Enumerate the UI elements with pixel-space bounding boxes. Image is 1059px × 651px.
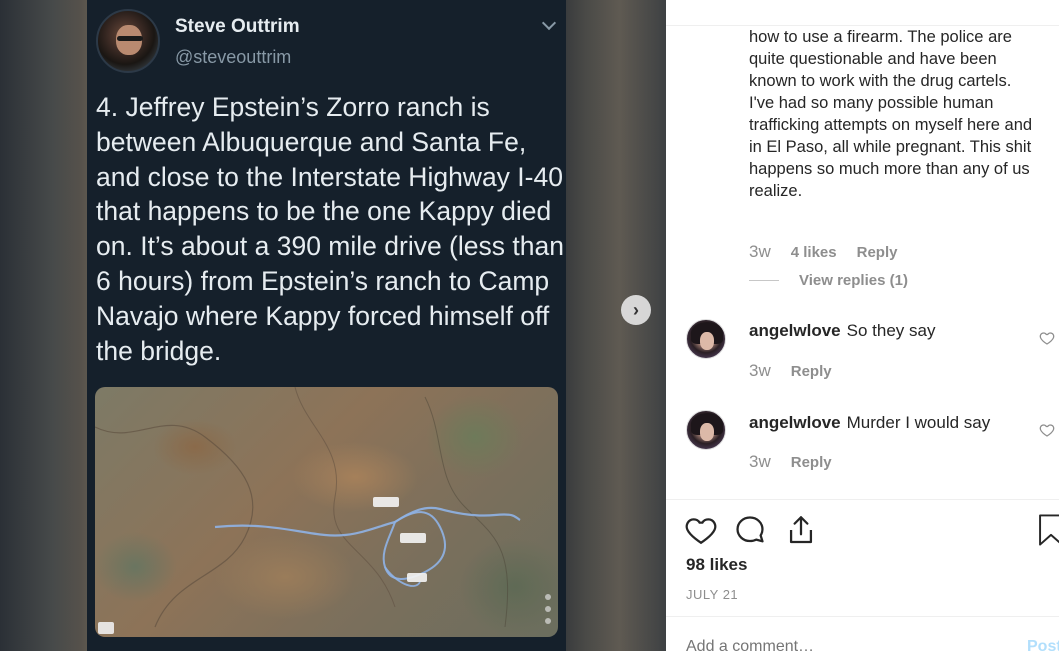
tweet-card: Steve Outtrim @steveouttrim 4. Jeffrey E… <box>87 0 566 651</box>
tweet-avatar <box>96 9 160 73</box>
comment-line: angelwlove So they say <box>749 321 935 341</box>
chevron-right-icon: › <box>633 299 639 320</box>
comment-time[interactable]: 3w <box>749 452 771 472</box>
bookmark-icon[interactable] <box>1036 513 1059 547</box>
comments-panel: how to use a firearm. The police are qui… <box>666 0 1059 651</box>
view-replies-label: View replies (1) <box>799 272 908 289</box>
map-route-graphic <box>95 387 551 634</box>
comment-meta: 3w Reply <box>749 361 832 381</box>
comment-username[interactable]: angelwlove <box>749 321 841 340</box>
comment-time[interactable]: 3w <box>749 361 771 381</box>
reply-button[interactable]: Reply <box>791 454 832 471</box>
divider <box>666 499 1059 500</box>
post-button[interactable]: Post <box>1027 638 1059 651</box>
comment-line: angelwlove Murder I would say <box>749 413 990 433</box>
likes-count[interactable]: 98 likes <box>686 555 747 575</box>
post-date: JULY 21 <box>686 587 739 602</box>
tweet-author-name: Steve Outtrim <box>175 16 300 37</box>
comment-text: So they say <box>846 321 936 340</box>
reply-button[interactable]: Reply <box>791 363 832 380</box>
tweet-text: 4. Jeffrey Epstein’s Zorro ranch is betw… <box>96 92 564 366</box>
reply-button[interactable]: Reply <box>857 244 898 261</box>
next-media-button[interactable]: › <box>621 295 651 325</box>
divider <box>749 280 779 281</box>
heart-icon[interactable] <box>684 513 718 547</box>
comment-likes[interactable]: 4 likes <box>791 244 837 261</box>
avatar[interactable] <box>686 319 726 359</box>
view-replies-button[interactable]: View replies (1) <box>749 272 908 289</box>
tweet-author-handle: @steveouttrim <box>175 47 292 67</box>
post-media: Steve Outtrim @steveouttrim 4. Jeffrey E… <box>0 0 666 651</box>
comment-icon[interactable] <box>733 513 767 547</box>
divider <box>666 616 1059 617</box>
chevron-down-icon <box>541 15 557 31</box>
comment-text: how to use a firearm. The police are qui… <box>749 28 1033 200</box>
comment-time[interactable]: 3w <box>749 242 771 262</box>
heart-icon[interactable] <box>1039 330 1055 346</box>
heart-icon[interactable] <box>1039 422 1055 438</box>
map-image <box>95 387 558 637</box>
add-comment-input[interactable] <box>686 638 986 651</box>
comment-username[interactable]: angelwlove <box>749 413 841 432</box>
comment-text: Murder I would say <box>846 413 991 432</box>
comment-meta: 3w 4 likes Reply <box>749 242 897 262</box>
comment-meta: 3w Reply <box>749 452 832 472</box>
share-icon[interactable] <box>784 513 818 547</box>
avatar[interactable] <box>686 410 726 450</box>
